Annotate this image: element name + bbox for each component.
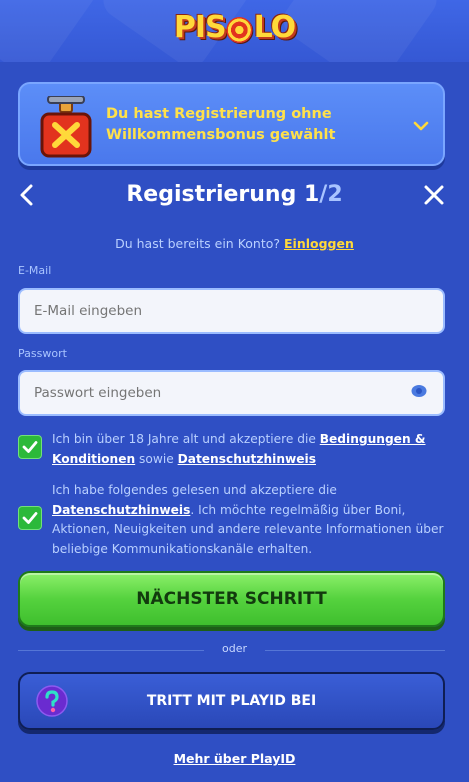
decor-shape xyxy=(0,0,104,62)
playid-label: TRITT MIT PLAYID BEI xyxy=(146,693,317,709)
playid-join-button[interactable]: TRITT MIT PLAYID BEI xyxy=(18,672,445,730)
close-icon[interactable] xyxy=(423,184,445,206)
eye-icon[interactable] xyxy=(411,384,427,398)
decor-shape xyxy=(276,0,444,62)
privacy-link[interactable]: Datenschutzhinweis xyxy=(178,452,316,466)
chevron-down-icon[interactable] xyxy=(413,118,429,134)
brand-logo[interactable]: PIS LO xyxy=(174,10,296,45)
password-field[interactable] xyxy=(18,370,445,416)
bonus-banner-text: Du hast Registrierung ohne Willkommensbo… xyxy=(106,106,336,143)
login-prompt: Du hast bereits ein Konto? Einloggen xyxy=(115,236,354,251)
bonus-banner[interactable]: Du hast Registrierung ohne Willkommensbo… xyxy=(18,82,445,166)
email-label: E-Mail xyxy=(18,264,52,277)
login-link[interactable]: Einloggen xyxy=(284,236,354,251)
logo-target-icon xyxy=(226,16,253,43)
marketing-checkbox[interactable] xyxy=(18,506,42,530)
age-terms-checkbox[interactable] xyxy=(18,435,42,459)
password-wrapper xyxy=(18,370,445,416)
playid-icon xyxy=(36,685,68,717)
checkmark-icon xyxy=(22,512,38,524)
marketing-consent: Ich habe folgendes gelesen und akzeptier… xyxy=(18,481,448,561)
or-separator: oder xyxy=(221,642,247,655)
age-terms-consent: Ich bin über 18 Jahre alt und akzeptiere… xyxy=(18,430,448,470)
divider-right xyxy=(265,650,445,651)
privacy-link[interactable]: Datenschutzhinweis xyxy=(52,503,190,517)
password-label: Passwort xyxy=(18,347,67,360)
next-step-button[interactable]: NÄCHSTER SCHRITT xyxy=(18,571,445,627)
checkmark-icon xyxy=(22,441,38,453)
bonus-tnt-icon xyxy=(40,96,92,158)
page-title: Registrierung 1/2 xyxy=(126,182,343,207)
top-bar: PIS LO xyxy=(0,0,469,62)
email-field[interactable] xyxy=(18,288,445,334)
marketing-text: Ich habe folgendes gelesen und akzeptier… xyxy=(52,483,444,556)
more-about-playid-link[interactable]: Mehr über PlayID xyxy=(0,751,469,766)
age-terms-text: Ich bin über 18 Jahre alt und akzeptiere… xyxy=(52,432,426,466)
